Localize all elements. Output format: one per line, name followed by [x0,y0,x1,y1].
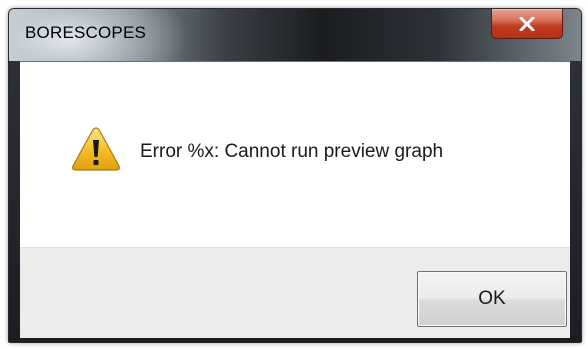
button-area: OK [20,247,570,338]
close-icon [519,16,535,31]
dialog-content: Error %x: Cannot run preview graph OK [20,61,570,338]
title-bar[interactable]: BORESCOPES [9,9,581,61]
dialog-window: BORESCOPES Error %x: Cannot run preview … [8,8,582,343]
error-message: Error %x: Cannot run preview graph [140,141,444,162]
message-area: Error %x: Cannot run preview graph [20,62,570,247]
window-title: BORESCOPES [25,23,147,42]
ok-button[interactable]: OK [417,271,567,327]
warning-icon [70,125,122,173]
close-button[interactable] [491,9,563,39]
